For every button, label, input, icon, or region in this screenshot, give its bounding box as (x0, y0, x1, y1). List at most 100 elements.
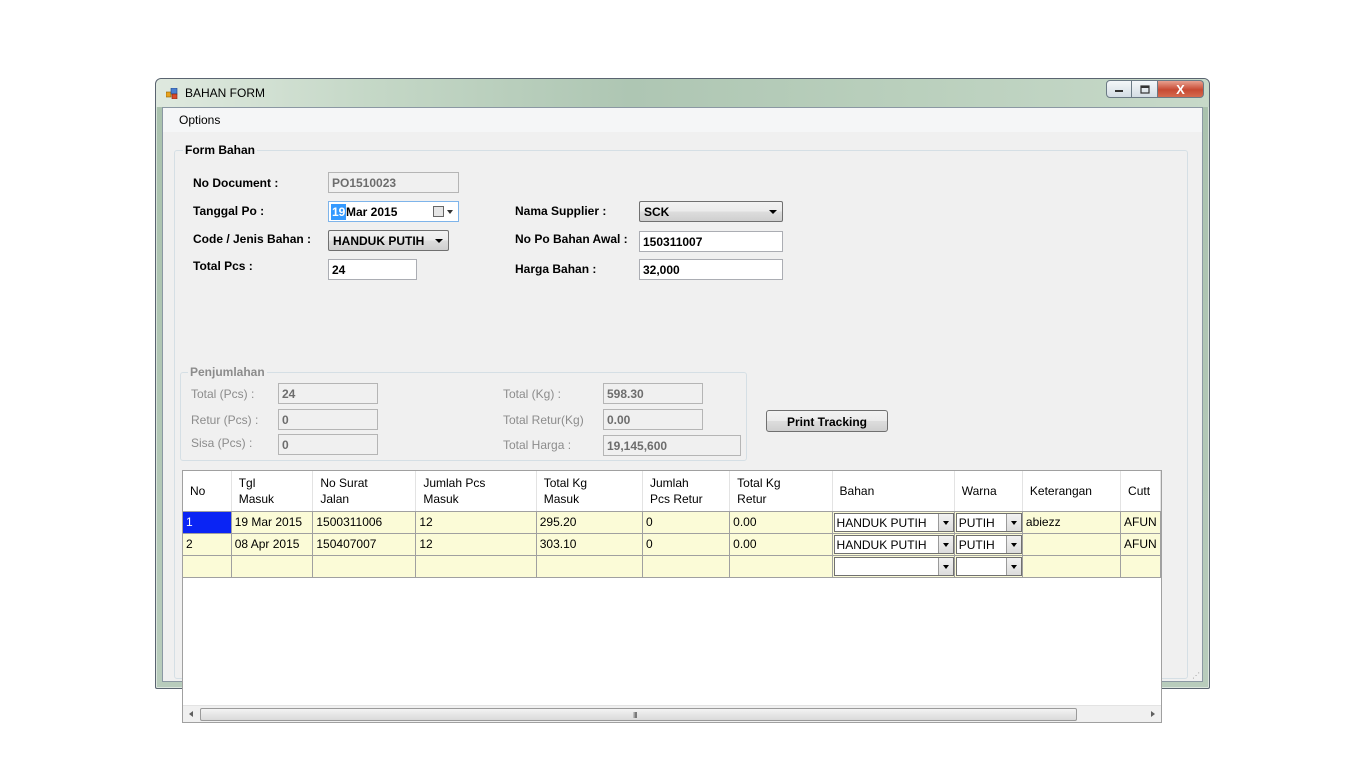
dropdown-value: HANDUK PUTIH (836, 537, 927, 552)
table-cell[interactable]: 295.20 (536, 511, 644, 534)
column-header[interactable]: Jumlah Pcs Retur (642, 471, 731, 512)
warna-cell-dropdown[interactable] (955, 556, 1022, 576)
table-cell[interactable]: 0.00 (729, 511, 833, 534)
bahan-cell-dropdown[interactable] (833, 556, 954, 576)
no-po-bahan-awal-label: No Po Bahan Awal : (515, 232, 628, 246)
tanggal-po-label: Tanggal Po : (193, 204, 265, 218)
scroll-left-arrow-icon[interactable] (189, 711, 193, 717)
table-cell[interactable]: 303.10 (536, 533, 644, 556)
column-header[interactable]: No Surat Jalan (312, 471, 417, 512)
scroll-thumb[interactable]: III (200, 708, 1077, 721)
table-row[interactable] (183, 555, 1161, 578)
minimize-button[interactable] (1106, 80, 1132, 98)
column-header[interactable]: Warna (954, 471, 1023, 512)
column-header[interactable]: No (183, 471, 232, 512)
chevron-down-icon[interactable] (937, 535, 953, 553)
table-cell[interactable]: 0 (642, 511, 731, 534)
total-retur-kg-field[interactable]: 0.00 (603, 409, 703, 430)
table-cell[interactable] (536, 555, 644, 578)
sisa-pcs-field[interactable]: 0 (278, 434, 378, 455)
table-cell[interactable] (1022, 533, 1122, 556)
total-retur-kg-label: Total Retur(Kg) (503, 413, 584, 427)
code-jenis-bahan-dropdown[interactable]: HANDUK PUTIH (328, 230, 449, 251)
chevron-down-icon[interactable] (937, 557, 953, 575)
chevron-down-icon[interactable] (1005, 513, 1021, 531)
total-pcs-field[interactable]: 24 (328, 259, 417, 280)
table-cell[interactable] (312, 555, 417, 578)
chevron-down-icon[interactable] (447, 210, 453, 214)
no-po-bahan-awal-field[interactable]: 150311007 (639, 231, 783, 252)
nama-supplier-dropdown[interactable]: SCK (639, 201, 783, 222)
warna-cell-dropdown[interactable]: PUTIH (955, 534, 1022, 554)
title-bar[interactable]: BAHAN FORM X (156, 79, 1209, 107)
table-cell[interactable]: PUTIH (954, 533, 1023, 556)
total-pcs-sum-field[interactable]: 24 (278, 383, 378, 404)
scroll-right-arrow-icon[interactable] (1151, 711, 1155, 717)
table-cell[interactable]: abiezz (1022, 511, 1122, 534)
close-button[interactable]: X (1158, 80, 1204, 98)
warna-cell-dropdown[interactable]: PUTIH (955, 512, 1022, 532)
print-tracking-button[interactable]: Print Tracking (766, 410, 888, 432)
column-header[interactable]: Cutt (1120, 471, 1161, 512)
bahan-cell-dropdown[interactable]: HANDUK PUTIH (833, 512, 954, 532)
form-bahan-title: Form Bahan (183, 143, 258, 157)
calendar-icon[interactable] (433, 206, 444, 217)
minimize-icon (1115, 90, 1123, 92)
table-cell[interactable]: HANDUK PUTIH (832, 511, 955, 534)
grid-table: No Tgl Masuk No Surat Jalan Jumlah Pcs Masuk To… (183, 471, 1161, 578)
table-cell[interactable] (642, 555, 731, 578)
table-cell[interactable]: 1 (183, 511, 232, 534)
table-cell[interactable]: 19 Mar 2015 (231, 511, 314, 534)
table-cell[interactable]: 12 (415, 511, 537, 534)
table-cell[interactable] (832, 555, 955, 578)
column-header[interactable]: Total Kg Retur (729, 471, 833, 512)
chevron-down-icon[interactable] (937, 513, 953, 531)
column-header-line1: No (190, 483, 206, 498)
table-cell[interactable] (1120, 555, 1161, 578)
no-document-field[interactable]: PO1510023 (328, 172, 459, 193)
harga-bahan-field[interactable]: 32,000 (639, 259, 783, 280)
table-cell[interactable]: HANDUK PUTIH (832, 533, 955, 556)
maximize-button[interactable] (1132, 80, 1158, 98)
bahan-data-grid[interactable]: No Tgl Masuk No Surat Jalan Jumlah Pcs Masuk To… (182, 470, 1162, 723)
bahan-cell-dropdown[interactable]: HANDUK PUTIH (833, 534, 954, 554)
column-header[interactable]: Total Kg Masuk (536, 471, 644, 512)
table-cell[interactable]: PUTIH (954, 511, 1023, 534)
table-cell[interactable]: AFUN (1120, 533, 1161, 556)
table-row[interactable]: 1 19 Mar 2015 1500311006 12 295.20 0 0.00 HANDU… (183, 511, 1161, 534)
total-harga-field[interactable]: 19,145,600 (603, 435, 741, 456)
table-cell[interactable]: 2 (183, 533, 232, 556)
table-cell[interactable]: AFUN (1120, 511, 1161, 534)
horizontal-scrollbar[interactable]: III (183, 705, 1161, 722)
table-cell[interactable] (415, 555, 537, 578)
menu-options[interactable]: Options (179, 113, 220, 127)
table-cell[interactable] (954, 555, 1023, 578)
chevron-down-icon[interactable] (1005, 535, 1021, 553)
table-cell[interactable]: 12 (415, 533, 537, 556)
table-cell[interactable] (183, 555, 232, 578)
column-header[interactable]: Bahan (832, 471, 955, 512)
column-header[interactable]: Tgl Masuk (231, 471, 314, 512)
tanggal-po-datepicker[interactable]: 19 Mar 2015 (328, 201, 459, 222)
column-header-line1: Jumlah (650, 475, 689, 490)
column-header-line2: Jalan (320, 491, 350, 506)
retur-pcs-field[interactable]: 0 (278, 409, 378, 430)
table-row[interactable]: 2 08 Apr 2015 150407007 12 303.10 0 0.00 HANDUK… (183, 533, 1161, 556)
table-cell[interactable]: 150407007 (312, 533, 417, 556)
table-cell[interactable]: 08 Apr 2015 (231, 533, 314, 556)
column-header[interactable]: Keterangan (1022, 471, 1122, 512)
bahan-form-window: BAHAN FORM X Options Form Bahan No Docum… (155, 78, 1210, 723)
column-header[interactable]: Jumlah Pcs Masuk (415, 471, 537, 512)
chevron-down-icon[interactable] (1005, 557, 1021, 575)
table-cell[interactable] (231, 555, 314, 578)
table-cell[interactable]: 0 (642, 533, 731, 556)
table-cell[interactable] (729, 555, 833, 578)
resize-grip-icon[interactable]: ⋰ (1192, 671, 1200, 680)
table-cell[interactable]: 1500311006 (312, 511, 417, 534)
penjumlahan-group: Penjumlahan Total (Pcs) : 24 Retur (Pcs)… (180, 365, 747, 461)
table-cell[interactable]: 0.00 (729, 533, 833, 556)
table-cell[interactable] (1022, 555, 1122, 578)
column-header-line1: Total Kg (737, 475, 781, 490)
column-header-line2: Retur (737, 491, 767, 506)
total-kg-field[interactable]: 598.30 (603, 383, 703, 404)
